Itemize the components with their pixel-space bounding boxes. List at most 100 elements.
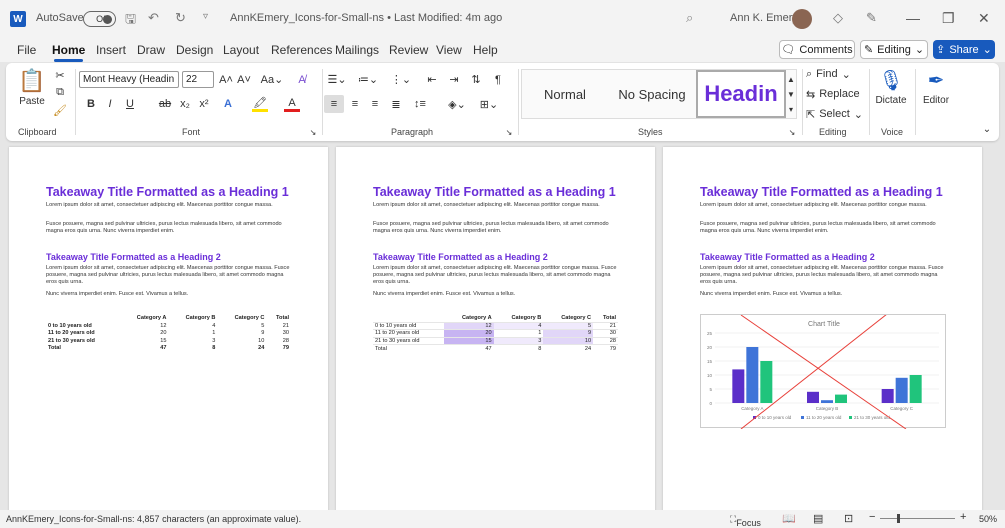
sort-icon[interactable]: ⇅ <box>468 71 484 88</box>
tab-insert[interactable]: Insert <box>96 43 126 57</box>
focus-button[interactable]: ⛶ Focus <box>730 514 761 528</box>
paragraph[interactable]: Nunc viverra imperdiet enim. Fusce est. … <box>46 291 294 298</box>
editing-mode-button[interactable]: ✎ Editing ⌄ <box>860 40 928 59</box>
minimize-icon[interactable]: — <box>906 10 920 26</box>
tab-review[interactable]: Review <box>389 43 428 57</box>
heading-2[interactable]: Takeaway Title Formatted as a Heading 2 <box>46 252 221 262</box>
format-painter-icon[interactable]: 🖌 <box>53 103 67 117</box>
shading-icon[interactable]: ◈⌄ <box>446 95 468 113</box>
web-layout-icon[interactable]: ⊡ <box>844 512 853 525</box>
show-formatting-icon[interactable]: ¶ <box>490 71 506 88</box>
bold-icon[interactable]: B <box>84 96 98 112</box>
document-title[interactable]: AnnKEmery_Icons-for-Small-ns • Last Modi… <box>230 12 502 24</box>
redo-icon[interactable]: ↻ <box>175 10 186 26</box>
style-normal[interactable]: Normal <box>522 70 608 118</box>
paragraph[interactable]: Nunc viverra imperdiet enim. Fusce est. … <box>700 291 948 298</box>
increase-indent-icon[interactable]: ⇥ <box>446 71 462 88</box>
paragraph[interactable]: Lorem ipsum dolor sit amet, consectetuer… <box>46 265 294 286</box>
italic-icon[interactable]: I <box>103 96 117 112</box>
collapse-ribbon-icon[interactable]: ⌄ <box>981 123 993 135</box>
tab-home[interactable]: Home <box>52 43 85 62</box>
autosave-toggle[interactable]: Off <box>83 11 116 27</box>
numbering-icon[interactable]: ≔⌄ <box>358 71 378 88</box>
dialog-launcher-icon[interactable]: ↘ <box>504 127 514 137</box>
underline-icon[interactable]: U <box>123 96 137 112</box>
zoom-slider-thumb[interactable] <box>897 514 900 523</box>
tab-mailings[interactable]: Mailings <box>335 43 379 57</box>
paste-icon[interactable]: 📋 <box>18 68 45 94</box>
tab-draw[interactable]: Draw <box>137 43 165 57</box>
clear-formatting-icon[interactable]: A̸ <box>294 71 310 88</box>
editor-button[interactable]: Editor <box>919 94 953 106</box>
heading-1[interactable]: Takeaway Title Formatted as a Heading 1 <box>373 185 616 199</box>
zoom-slider[interactable] <box>880 518 955 519</box>
borders-icon[interactable]: ⊞⌄ <box>478 95 500 113</box>
paragraph[interactable]: Lorem ipsum dolor sit amet, consectetuer… <box>46 202 294 209</box>
diamond-icon[interactable]: ◇ <box>833 10 843 26</box>
heading-1[interactable]: Takeaway Title Formatted as a Heading 1 <box>700 185 943 199</box>
paragraph[interactable]: Nunc viverra imperdiet enim. Fusce est. … <box>373 291 621 298</box>
save-icon[interactable]: 🖫 <box>125 10 136 32</box>
undo-icon[interactable]: ↶ <box>148 10 159 26</box>
style-heading-1[interactable]: Headin <box>696 70 786 118</box>
paragraph[interactable]: Lorem ipsum dolor sit amet, consectetuer… <box>373 265 621 286</box>
paragraph[interactable]: Lorem ipsum dolor sit amet, consectetuer… <box>700 265 948 286</box>
multilevel-list-icon[interactable]: ⋮⌄ <box>391 71 411 88</box>
style-no-spacing[interactable]: No Spacing <box>608 70 696 118</box>
pen-icon[interactable]: ✎ <box>866 10 877 26</box>
copy-icon[interactable]: ⧉ <box>53 85 67 99</box>
heading-2[interactable]: Takeaway Title Formatted as a Heading 2 <box>700 252 875 262</box>
shrink-font-icon[interactable]: A˅ <box>236 71 252 88</box>
find-button[interactable]: ⌕ Find ⌄ <box>806 66 866 82</box>
paragraph[interactable]: Fusce posuere, magna sed pulvinar ultric… <box>46 221 294 235</box>
search-icon[interactable]: ⌕ <box>686 10 693 26</box>
zoom-in-icon[interactable]: + <box>960 511 966 523</box>
read-mode-icon[interactable]: 📖 <box>782 512 796 525</box>
paste-button[interactable]: Paste <box>14 95 50 107</box>
dialog-launcher-icon[interactable]: ↘ <box>787 127 797 137</box>
text-effects-icon[interactable]: A <box>220 96 236 112</box>
print-layout-icon[interactable]: ▤ <box>813 512 823 525</box>
heading-1[interactable]: Takeaway Title Formatted as a Heading 1 <box>46 185 289 199</box>
chevron-down-icon[interactable]: ▼ <box>786 87 796 101</box>
tab-references[interactable]: References <box>271 43 332 57</box>
highlight-icon[interactable]: 🖍 <box>252 96 268 112</box>
strikethrough-icon[interactable]: ab <box>157 96 173 112</box>
tab-view[interactable]: View <box>436 43 462 57</box>
replace-button[interactable]: ⇆ Replace <box>806 86 866 102</box>
data-table[interactable]: Category A Category B Category C Total 0 to… <box>46 314 291 352</box>
microphone-icon[interactable]: 🎙 <box>878 67 903 93</box>
font-name-select[interactable]: Mont Heavy (Headin <box>79 71 179 88</box>
paragraph[interactable]: Fusce posuere, magna sed pulvinar ultric… <box>373 221 621 235</box>
tab-help[interactable]: Help <box>473 43 498 57</box>
close-icon[interactable]: ✕ <box>978 10 990 27</box>
line-spacing-icon[interactable]: ↕≡ <box>409 95 431 113</box>
word-count[interactable]: AnnKEmery_Icons-for-Small-ns: 4,857 char… <box>6 514 301 524</box>
superscript-icon[interactable]: x² <box>197 96 211 112</box>
editor-icon[interactable]: ✒ <box>924 67 948 93</box>
paragraph[interactable]: Fusce posuere, magna sed pulvinar ultric… <box>700 221 948 235</box>
justify-icon[interactable]: ≣ <box>387 95 405 113</box>
zoom-out-icon[interactable]: − <box>869 511 875 523</box>
heading-2[interactable]: Takeaway Title Formatted as a Heading 2 <box>373 252 548 262</box>
align-right-icon[interactable]: ≡ <box>366 95 384 113</box>
zoom-level[interactable]: 50% <box>979 514 997 524</box>
user-name[interactable]: Ann K. Emery <box>730 12 798 24</box>
chevron-up-icon[interactable]: ▲ <box>786 72 796 86</box>
share-button[interactable]: ⇪ Share ⌄ <box>933 40 995 59</box>
customize-quick-access-icon[interactable]: ▿ <box>203 11 208 22</box>
decrease-indent-icon[interactable]: ⇤ <box>424 71 440 88</box>
change-case-icon[interactable]: Aa⌄ <box>260 71 284 88</box>
paragraph[interactable]: Lorem ipsum dolor sit amet, consectetuer… <box>700 202 948 209</box>
avatar[interactable] <box>792 9 812 29</box>
more-styles-icon[interactable]: ▾ <box>786 102 796 116</box>
align-left-icon[interactable]: ≡ <box>324 95 344 113</box>
dictate-button[interactable]: Dictate <box>872 94 910 106</box>
bullets-icon[interactable]: ☰⌄ <box>327 71 347 88</box>
select-button[interactable]: ⇱ Select ⌄ <box>806 106 866 122</box>
tab-file[interactable]: File <box>17 43 36 57</box>
cut-icon[interactable]: ✂ <box>53 68 67 82</box>
dialog-launcher-icon[interactable]: ↘ <box>308 127 318 137</box>
heatmap-table[interactable]: Category A Category B Category C Total 0 to… <box>373 314 618 352</box>
tab-layout[interactable]: Layout <box>223 43 259 57</box>
